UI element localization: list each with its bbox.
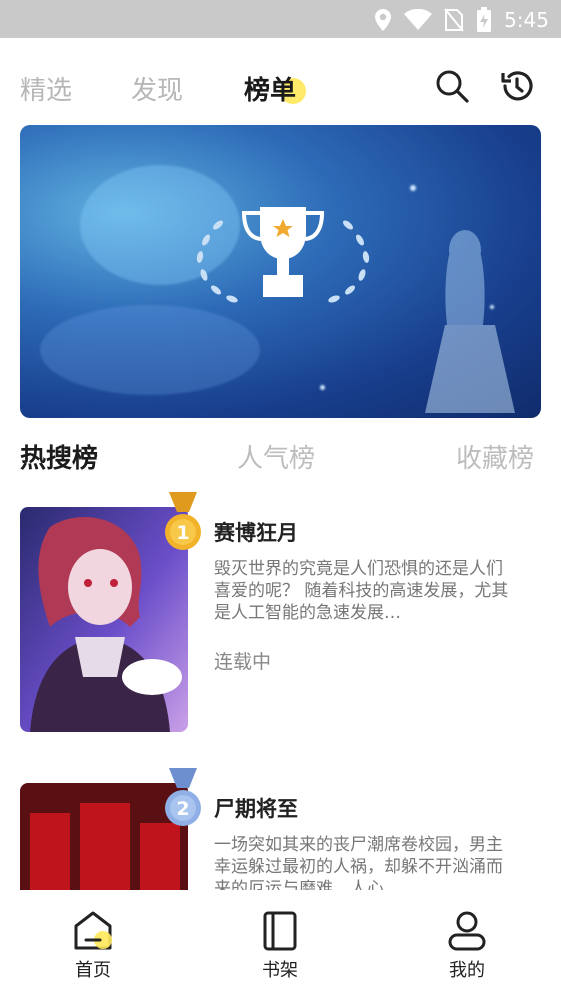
tab-popularity[interactable]: 人气榜 <box>237 438 315 475</box>
nav-bookshelf-label: 书架 <box>262 960 298 981</box>
home-icon <box>74 911 112 950</box>
comic-title[interactable]: 赛博狂月 <box>214 517 298 547</box>
wifi-icon <box>404 9 433 30</box>
location-icon <box>375 9 392 31</box>
rank-number: 1 <box>176 522 189 544</box>
ranking-banner[interactable] <box>20 125 541 418</box>
profile-icon <box>448 911 486 951</box>
comic-status: 连载中 <box>214 651 272 673</box>
comic-description: 毁灭世界的究竟是人们恐惧的还是人们喜爱的呢？ 随着科技的高速发展，尤其是人工智能… <box>214 559 509 623</box>
rank-medal-icon: 1 <box>165 492 201 550</box>
comic-title[interactable]: 尸期将至 <box>214 793 298 823</box>
list-item[interactable]: 2 尸期将至 一场突如其来的丧尸潮席卷校园，男主幸运躲过最初的人祸，却躲不开汹涌… <box>20 768 541 890</box>
rank-medal-icon: 2 <box>165 768 201 826</box>
tab-favorites[interactable]: 收藏榜 <box>456 438 534 475</box>
history-icon[interactable] <box>499 68 535 104</box>
nav-bookshelf[interactable]: 书架 <box>240 910 320 982</box>
tab-rankings[interactable]: 榜单 <box>244 70 296 107</box>
status-time: 5:45 <box>504 8 549 32</box>
girl-silhouette <box>425 230 515 413</box>
comic-description: 一场突如其来的丧尸潮席卷校园，男主幸运躲过最初的人祸，却躲不开汹涌而来的厄运与磨… <box>214 835 503 890</box>
nav-profile[interactable]: 我的 <box>427 910 507 982</box>
list-item[interactable]: 1 赛博狂月 毁灭世界的究竟是人们恐惧的还是人们喜爱的呢？ 随着科技的高速发展，… <box>20 492 541 732</box>
battery-icon <box>477 7 492 32</box>
tab-hot-search[interactable]: 热搜榜 <box>20 438 98 475</box>
tab-discover[interactable]: 发现 <box>131 70 183 107</box>
nav-home-label: 首页 <box>75 960 111 981</box>
ranking-tabs: 热搜榜 人气榜 收藏榜 <box>0 430 561 480</box>
tab-featured[interactable]: 精选 <box>20 70 72 107</box>
rank-number: 2 <box>176 798 189 820</box>
trophy-icon <box>196 207 370 303</box>
search-icon[interactable] <box>434 68 470 104</box>
nav-profile-label: 我的 <box>449 960 485 981</box>
status-bar: 5:45 <box>0 0 561 38</box>
no-sim-icon <box>444 8 464 32</box>
nav-home[interactable]: 首页 <box>53 910 133 982</box>
top-nav: 精选 发现 榜单 <box>0 38 561 124</box>
bottom-nav: 首页 书架 我的 <box>0 890 561 999</box>
bookshelf-icon <box>263 911 297 951</box>
comic-list: 1 赛博狂月 毁灭世界的究竟是人们恐惧的还是人们喜爱的呢？ 随着科技的高速发展，… <box>0 492 561 890</box>
